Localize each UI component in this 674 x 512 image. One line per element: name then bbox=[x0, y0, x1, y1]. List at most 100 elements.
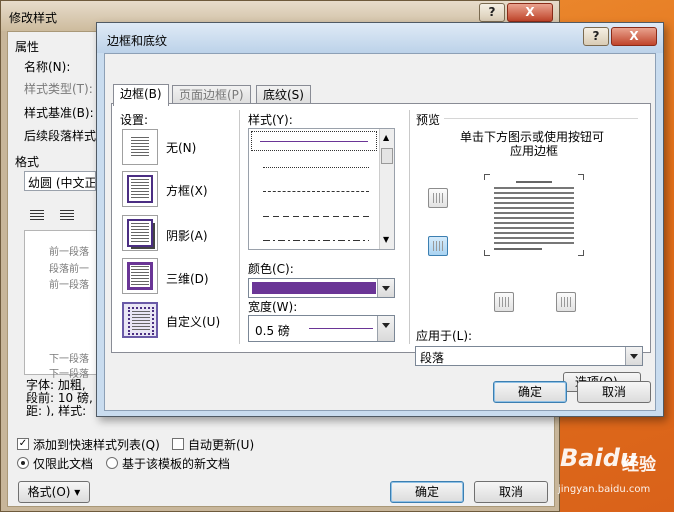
setting-box-button[interactable] bbox=[122, 171, 158, 207]
only-doc-label[interactable]: 仅限此文档 bbox=[33, 455, 93, 472]
divider bbox=[409, 110, 410, 344]
baidu-watermark: Baidu 经验 jingyan.baidu.com bbox=[552, 436, 672, 506]
preview-corner bbox=[578, 174, 584, 180]
width-line-icon bbox=[309, 328, 373, 329]
font-value: 幼圆 (中文正 bbox=[28, 176, 96, 190]
width-value: 0.5 磅 bbox=[255, 324, 290, 338]
tab-page-borders[interactable]: 页面边框(P) bbox=[172, 85, 251, 105]
settings-label: 设置: bbox=[120, 113, 149, 127]
preview-line: 下一段落 bbox=[49, 354, 89, 365]
outer-help-icon[interactable]: ? bbox=[479, 3, 505, 22]
long-dash-line-icon[interactable] bbox=[263, 216, 369, 217]
new-docs-label[interactable]: 基于该模板的新文档 bbox=[122, 455, 230, 472]
inner-cancel-button[interactable]: 取消 bbox=[577, 381, 651, 403]
style-preview-pane: 前一段落 段落前一 前一段落 下一段落 下一段落 bbox=[24, 230, 102, 380]
divider bbox=[239, 110, 240, 344]
only-doc-radio[interactable] bbox=[17, 457, 29, 469]
setting-custom-label[interactable]: 自定义(U) bbox=[166, 313, 220, 330]
format-title: 格式 bbox=[15, 155, 40, 169]
desc-line: 距: ), 样式: bbox=[26, 404, 87, 416]
outer-ok-button[interactable]: 确定 bbox=[390, 481, 464, 503]
width-label: 宽度(W): bbox=[248, 300, 298, 314]
style-list-scrollbar[interactable]: ▲ ▼ bbox=[379, 129, 394, 249]
setting-none-label[interactable]: 无(N) bbox=[166, 139, 196, 156]
scroll-thumb[interactable] bbox=[381, 148, 393, 164]
align-left-icon[interactable] bbox=[30, 210, 44, 221]
scroll-down-icon[interactable]: ▼ bbox=[383, 235, 389, 244]
3d-lines-icon bbox=[131, 266, 149, 286]
style-label: 样式(Y): bbox=[248, 113, 293, 127]
setting-none-button[interactable] bbox=[122, 129, 158, 165]
shadow-lines-icon bbox=[131, 223, 149, 243]
border-preview-diagram[interactable] bbox=[484, 174, 584, 256]
preview-hint-2: 应用边框 bbox=[510, 144, 559, 158]
setting-3d-label[interactable]: 三维(D) bbox=[166, 270, 209, 287]
inner-body: 边框(B) 页面边框(P) 底纹(S) 设置: 无(N) 方框(X) 阴影(A)… bbox=[104, 53, 656, 411]
setting-box-label[interactable]: 方框(X) bbox=[166, 182, 208, 199]
auto-update-checkbox[interactable] bbox=[172, 438, 184, 450]
solid-line-icon bbox=[260, 141, 368, 142]
inner-ok-button[interactable]: 确定 bbox=[493, 381, 567, 403]
preview-corner bbox=[484, 250, 490, 256]
setting-shadow-button[interactable] bbox=[122, 215, 158, 251]
top-border-toggle-icon[interactable] bbox=[428, 188, 448, 208]
preview-corner bbox=[484, 174, 490, 180]
tab-shading[interactable]: 底纹(S) bbox=[256, 85, 311, 105]
borders-tab-panel: 设置: 无(N) 方框(X) 阴影(A) 三维(D) 自定义(U) 样式(Y): bbox=[111, 103, 651, 353]
new-docs-radio[interactable] bbox=[106, 457, 118, 469]
format-dropdown-button[interactable]: 格式(O) ▾ bbox=[18, 481, 90, 503]
apply-to-combo[interactable]: 段落 bbox=[415, 346, 643, 366]
outer-title: 修改样式 bbox=[9, 11, 58, 25]
setting-shadow-label[interactable]: 阴影(A) bbox=[166, 227, 208, 244]
watermark-cn: 经验 bbox=[622, 455, 656, 475]
font-combo[interactable]: 幼圆 (中文正 bbox=[24, 171, 96, 191]
add-to-quick-label[interactable]: 添加到快速样式列表(Q) bbox=[33, 436, 160, 453]
setting-3d-button[interactable] bbox=[122, 258, 158, 294]
color-label: 颜色(C): bbox=[248, 262, 294, 276]
preview-corner bbox=[578, 250, 584, 256]
color-combo[interactable] bbox=[248, 278, 395, 298]
color-swatch bbox=[252, 282, 376, 294]
format-button-label: 格式(O) bbox=[27, 485, 71, 499]
tab-borders[interactable]: 边框(B) bbox=[113, 84, 169, 106]
style-type-label: 样式类型(T): bbox=[24, 82, 93, 96]
line-style-list[interactable]: ▲ ▼ bbox=[248, 128, 395, 250]
scroll-up-icon[interactable]: ▲ bbox=[383, 133, 389, 142]
preview-text-lines bbox=[494, 187, 574, 245]
preview-line: 前一段落 bbox=[49, 247, 89, 258]
outer-close-icon[interactable]: X bbox=[507, 3, 553, 22]
setting-custom-button[interactable] bbox=[122, 302, 158, 338]
watermark-url: jingyan.baidu.com bbox=[558, 484, 651, 495]
dash-dot-line-icon[interactable] bbox=[263, 240, 369, 241]
preview-label: 预览 bbox=[416, 113, 441, 127]
props-title: 属性 bbox=[15, 40, 40, 54]
dashed-line-icon[interactable] bbox=[263, 191, 369, 192]
inner-close-icon[interactable]: X bbox=[611, 27, 657, 46]
preview-text-line bbox=[494, 248, 542, 250]
align-center-icon[interactable] bbox=[60, 210, 74, 221]
preview-text-line bbox=[516, 181, 552, 183]
inner-help-icon[interactable]: ? bbox=[583, 27, 609, 46]
borders-shading-dialog: 边框和底纹 ? X 边框(B) 页面边框(P) 底纹(S) 设置: 无(N) 方… bbox=[96, 22, 664, 417]
custom-lines-icon bbox=[132, 311, 150, 331]
line-style-item-selected[interactable] bbox=[251, 131, 377, 151]
right-border-toggle-icon[interactable] bbox=[556, 292, 576, 312]
inner-title: 边框和底纹 bbox=[107, 34, 168, 48]
add-to-quick-checkbox[interactable]: ✓ bbox=[17, 438, 29, 450]
inner-titlebar: 边框和底纹 ? X bbox=[97, 23, 663, 53]
divider bbox=[444, 118, 638, 119]
left-border-toggle-icon[interactable] bbox=[494, 292, 514, 312]
chevron-down-icon[interactable] bbox=[377, 316, 394, 341]
chevron-down-icon: ▾ bbox=[74, 485, 81, 499]
chevron-down-icon[interactable] bbox=[377, 279, 394, 297]
apply-to-value: 段落 bbox=[420, 351, 445, 365]
box-lines-icon bbox=[131, 179, 149, 199]
auto-update-label[interactable]: 自动更新(U) bbox=[188, 436, 254, 453]
none-preview-icon bbox=[131, 137, 149, 157]
width-combo[interactable]: 0.5 磅 bbox=[248, 315, 395, 342]
bottom-border-toggle-icon[interactable] bbox=[428, 236, 448, 256]
dotted-line-icon[interactable] bbox=[263, 167, 369, 168]
outer-cancel-button[interactable]: 取消 bbox=[474, 481, 548, 503]
chevron-down-icon[interactable] bbox=[625, 347, 642, 365]
based-on-label: 样式基准(B): bbox=[24, 106, 94, 120]
